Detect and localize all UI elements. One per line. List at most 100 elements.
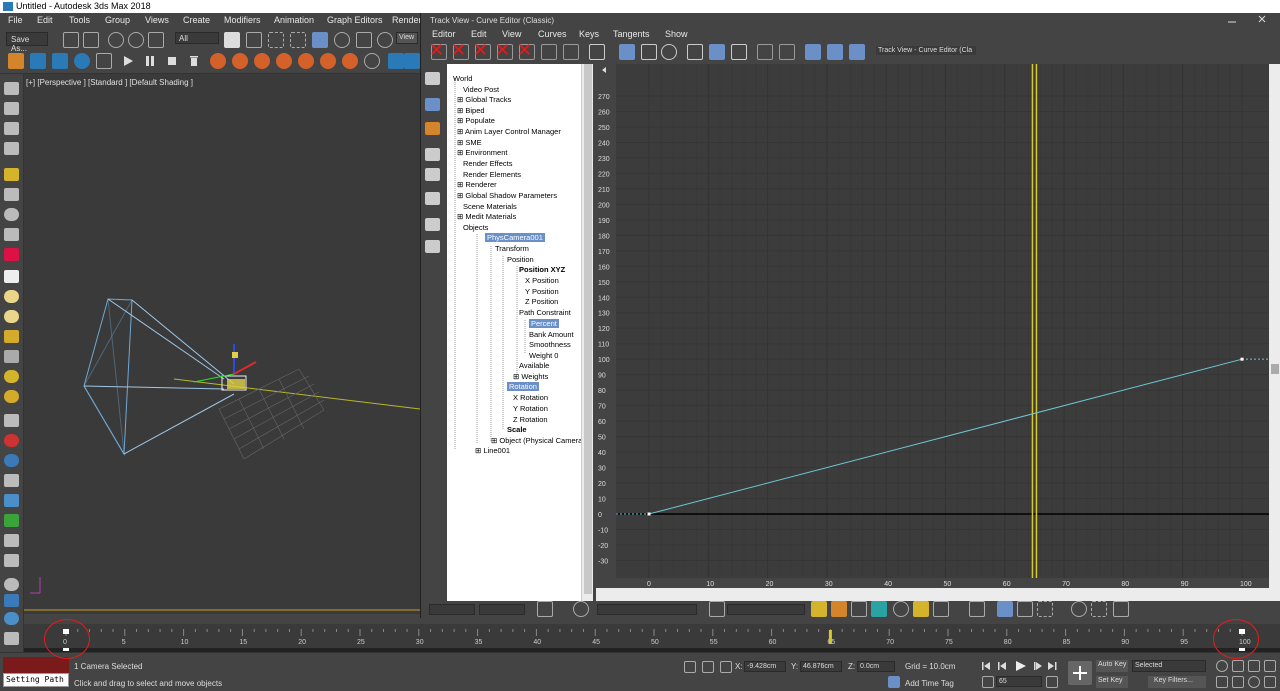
tv-menu-curves[interactable]: Curves — [538, 29, 567, 39]
tv-menu-keys[interactable]: Keys — [579, 29, 599, 39]
tv-menu-tangents[interactable]: Tangents — [613, 29, 650, 39]
scene-icon[interactable] — [4, 612, 19, 625]
cone-icon[interactable] — [4, 350, 19, 363]
sphere-icon[interactable] — [4, 290, 19, 303]
massfx-icon[interactable] — [4, 454, 19, 467]
play-icon[interactable] — [120, 53, 136, 69]
minimize-icon[interactable] — [1227, 14, 1237, 24]
y-coordinate-field[interactable] — [800, 661, 842, 672]
foliage-icon[interactable] — [4, 514, 19, 527]
cylinder-icon[interactable] — [4, 330, 19, 343]
tree-item[interactable]: Transform — [495, 244, 529, 253]
frame-tool-icon[interactable] — [537, 601, 553, 617]
current-frame-field[interactable] — [996, 676, 1042, 687]
tree-item[interactable]: Percent — [529, 319, 559, 328]
tree-item[interactable]: Video Post — [463, 85, 499, 94]
compound-icon[interactable] — [4, 474, 19, 487]
tree-item[interactable]: ⊞ Populate — [457, 116, 495, 125]
tree-item[interactable]: ⊞ Global Shadow Parameters — [457, 191, 557, 200]
frame-field[interactable] — [429, 604, 475, 615]
ease-curve-icon[interactable] — [425, 240, 440, 253]
controller-tree[interactable]: World Video Post ⊞ Global Tracks ⊞ Biped ⊞ P… — [447, 64, 585, 604]
simplify-curve-icon[interactable] — [779, 44, 795, 60]
menu-views[interactable]: Views — [145, 15, 169, 25]
key-filters-button[interactable]: Key Filters... — [1154, 677, 1193, 684]
shape-icon[interactable] — [4, 208, 19, 221]
tree-item[interactable]: ⊞ SME — [457, 138, 482, 147]
graph-horizontal-scrollbar[interactable] — [596, 588, 1269, 601]
panel-toggle-icon[interactable] — [4, 632, 19, 645]
tree-item[interactable]: ⊞ Medit Materials — [457, 212, 516, 221]
key-filter-icon[interactable] — [913, 601, 929, 617]
tree-item[interactable]: X Rotation — [513, 393, 548, 402]
tv-menu-editor[interactable]: Editor — [432, 29, 456, 39]
filter-icon[interactable] — [425, 72, 440, 85]
tv-menu-view[interactable]: View — [502, 29, 521, 39]
scale-keys-icon[interactable] — [731, 44, 747, 60]
render-production-icon[interactable] — [254, 53, 270, 69]
maximize-viewport-icon[interactable] — [1264, 676, 1276, 688]
slide-keys-icon[interactable] — [709, 44, 725, 60]
script-output[interactable]: Setting Path — [6, 675, 64, 684]
key-stats-icon[interactable] — [811, 601, 827, 617]
layers-icon[interactable] — [4, 142, 19, 155]
zoom-region-icon[interactable] — [1091, 601, 1107, 617]
lock-icon[interactable] — [589, 44, 605, 60]
frame-selected-icon[interactable] — [1037, 601, 1053, 617]
move-keys-tool-icon[interactable] — [425, 98, 440, 111]
perspective-viewport[interactable] — [24, 74, 420, 614]
value-field[interactable] — [479, 604, 525, 615]
viewport-label[interactable]: [+] [Perspective ] [Standard ] [Default … — [26, 78, 193, 87]
material-editor-icon[interactable] — [364, 53, 380, 69]
x-coordinate-field[interactable] — [744, 661, 786, 672]
tangent-smooth-icon[interactable] — [563, 44, 579, 60]
add-time-tag[interactable]: Add Time Tag — [905, 679, 954, 688]
frame-value-icon[interactable] — [1017, 601, 1033, 617]
time-tag-icon[interactable] — [888, 676, 900, 688]
layers-tv-icon[interactable] — [871, 601, 887, 617]
placement-icon[interactable] — [377, 32, 393, 48]
trash-icon[interactable] — [186, 53, 202, 69]
stop-icon[interactable] — [164, 53, 180, 69]
rect-selection-icon[interactable] — [268, 32, 284, 48]
curve-graph[interactable]: 270 260 250 240 230 220 210 200 190 180 170 160 150 1… — [596, 64, 1269, 588]
key-mode-icon[interactable] — [982, 676, 994, 688]
menu-edit[interactable]: Edit — [37, 15, 53, 25]
frame-horizontal-icon[interactable] — [997, 601, 1013, 617]
zoom-extents-all-icon[interactable] — [1264, 660, 1276, 672]
zoom-viewport-icon[interactable] — [1216, 660, 1228, 672]
checker-icon[interactable] — [4, 414, 19, 427]
trajectory-icon[interactable] — [893, 601, 909, 617]
torus-icon[interactable] — [4, 390, 19, 403]
tv-menu-show[interactable]: Show — [665, 29, 688, 39]
key-info-icon[interactable] — [851, 601, 867, 617]
close-icon[interactable] — [1257, 14, 1267, 24]
break-tangents-icon[interactable] — [805, 44, 821, 60]
tree-item[interactable]: ⊞ Global Tracks — [457, 95, 511, 104]
render-cloud-icon[interactable] — [320, 53, 336, 69]
undo-icon[interactable] — [63, 32, 79, 48]
redo-icon[interactable] — [83, 32, 99, 48]
isolate-selection-icon[interactable] — [684, 661, 696, 673]
field-of-view-icon[interactable] — [1216, 676, 1228, 688]
tree-item[interactable]: Objects — [463, 223, 488, 232]
select-by-name-icon[interactable] — [246, 32, 262, 48]
sun-icon[interactable] — [4, 370, 19, 383]
globe-icon[interactable] — [4, 578, 19, 591]
activeshade-icon[interactable] — [298, 53, 314, 69]
toggle-ribbon-icon[interactable] — [96, 53, 112, 69]
menu-graph-editors[interactable]: Graph Editors — [327, 15, 383, 25]
draw-curves-icon[interactable] — [757, 44, 773, 60]
filters-icon[interactable] — [619, 44, 635, 60]
tree-item[interactable]: Available — [519, 361, 549, 370]
selection-lock-icon[interactable] — [702, 661, 714, 673]
list-icon[interactable] — [709, 601, 725, 617]
menu-file[interactable]: File — [8, 15, 23, 25]
menu-modifiers[interactable]: Modifiers — [224, 15, 261, 25]
tree-item[interactable]: Scene Materials — [463, 202, 517, 211]
spacewarp-icon[interactable] — [4, 494, 19, 507]
select-by-name-field[interactable] — [597, 604, 697, 615]
add-keys-icon[interactable] — [425, 192, 440, 205]
zoom-all-icon[interactable] — [1232, 660, 1244, 672]
rotate-icon[interactable] — [334, 32, 350, 48]
